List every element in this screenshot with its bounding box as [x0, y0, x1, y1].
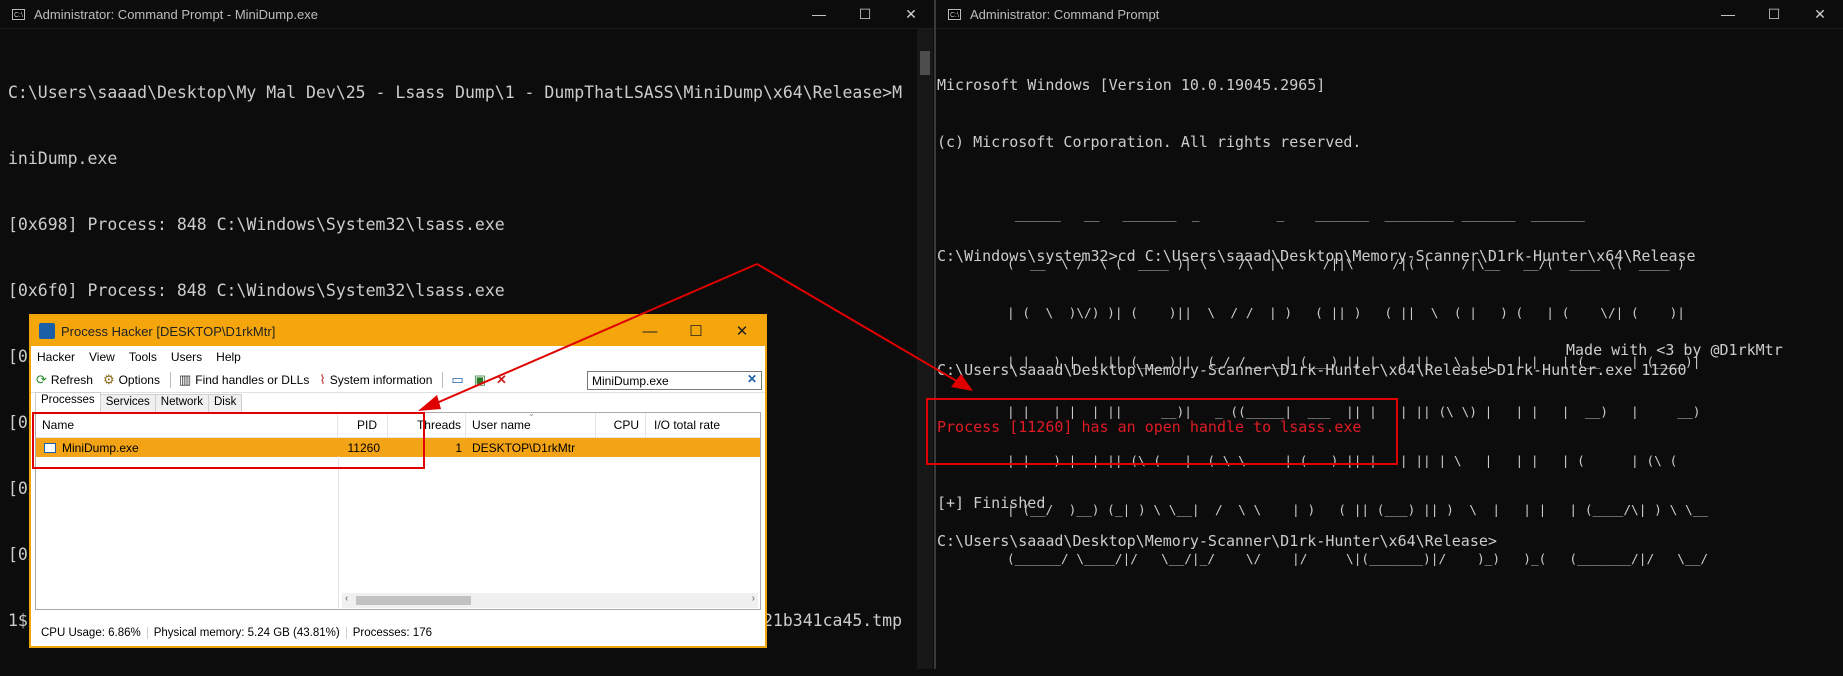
scrollbar-thumb[interactable]: [356, 596, 471, 605]
left-titlebar[interactable]: C:\ Administrator: Command Prompt - Mini…: [0, 0, 934, 29]
tab-network[interactable]: Network: [154, 394, 209, 412]
right-window-title: Administrator: Command Prompt: [970, 6, 1160, 22]
toolbar-separator: [169, 372, 171, 388]
menu-help[interactable]: Help: [216, 350, 241, 364]
menu-tools[interactable]: Tools: [129, 350, 157, 364]
search-input[interactable]: MiniDump.exe ✕: [587, 371, 762, 390]
row-user: DESKTOP\D1rkMtr: [472, 440, 576, 455]
cmd-icon: C:\: [948, 8, 961, 20]
made-with-credit: Made with <3 by @D1rkMtr: [1566, 341, 1783, 359]
column-cpu[interactable]: CPU: [596, 413, 646, 437]
column-user[interactable]: User name ⌄: [466, 413, 596, 437]
console-line: C:\Users\saaad\Desktop\My Mal Dev\25 - L…: [8, 83, 903, 102]
minimize-button[interactable]: —: [796, 6, 842, 22]
options-label: Options: [118, 373, 160, 387]
x-icon: ✕: [495, 372, 507, 387]
window-button[interactable]: ▭: [451, 372, 467, 388]
physical-memory-status: Physical memory: 5.24 GB (43.81%): [148, 627, 347, 639]
column-io-label: I/O total rate: [654, 418, 721, 432]
right-scrollbar[interactable]: [1826, 29, 1842, 669]
left-scrollbar[interactable]: [917, 29, 933, 669]
menu-users[interactable]: Users: [171, 350, 202, 364]
console-line: [0x6f0] Process: 848 C:\Windows\System32…: [8, 281, 505, 300]
search-value: MiniDump.exe: [592, 373, 669, 388]
right-titlebar[interactable]: C:\ Administrator: Command Prompt — ☐ ✕: [936, 0, 1843, 29]
tab-processes[interactable]: Processes: [35, 392, 101, 412]
close-button[interactable]: ✕: [719, 322, 765, 340]
column-cpu-label: CPU: [613, 418, 639, 432]
maximize-button[interactable]: ☐: [1751, 6, 1797, 23]
close-button[interactable]: ✕: [888, 6, 934, 23]
right-prompt[interactable]: C:\Users\saaad\Desktop\Memory-Scanner\D1…: [937, 532, 1497, 550]
scroll-right-icon[interactable]: ›: [752, 593, 755, 604]
maximize-button[interactable]: ☐: [673, 322, 719, 340]
process-hacker-window: Process Hacker [DESKTOP\D1rkMtr] — ☐ ✕ H…: [29, 314, 767, 648]
maximize-button[interactable]: ☐: [842, 6, 888, 23]
close-button[interactable]: ✕: [1797, 6, 1843, 23]
refresh-button[interactable]: ⟳ Refresh: [36, 372, 93, 388]
clear-search-icon[interactable]: ✕: [747, 372, 757, 386]
process-hacker-icon: [39, 323, 55, 339]
menu-bar: Hacker View Tools Users Help: [31, 346, 765, 368]
menu-view[interactable]: View: [89, 350, 115, 364]
system-information-label: System information: [329, 373, 433, 387]
column-io[interactable]: I/O total rate: [646, 413, 760, 437]
console-line: [0x698] Process: 848 C:\Windows\System32…: [8, 215, 505, 234]
terminate-button[interactable]: ✕: [496, 372, 511, 388]
gear-icon: ⚙: [102, 372, 115, 387]
window-icon: ▭: [451, 372, 464, 387]
banner-line: ( __ \ / \ ( ____ )| \ /\ |\ /||\ /|( ( …: [1007, 257, 1685, 273]
scrollbar-thumb[interactable]: [920, 51, 930, 75]
banner-line: (______/ \____/|/ \__/|_/ \/ |/ \|(_____…: [1007, 552, 1709, 568]
find-handles-button[interactable]: ▥ Find handles or DLLs: [179, 372, 309, 388]
tab-disk[interactable]: Disk: [207, 394, 243, 412]
cmd-icon: C:\: [12, 8, 25, 20]
options-button[interactable]: ⚙ Options: [103, 372, 160, 388]
system-information-button[interactable]: ⌇ System information: [319, 372, 432, 388]
processes-count-status: Processes: 176: [352, 627, 432, 639]
console-line: (c) Microsoft Corporation. All rights re…: [937, 133, 1362, 151]
minimize-button[interactable]: —: [627, 323, 673, 340]
banner-line: | ( \ )\/) )| ( )|| \ / / | ) ( || ) ( |…: [1007, 306, 1685, 322]
refresh-label: Refresh: [50, 373, 93, 387]
sort-chevron-icon: ⌄: [528, 412, 535, 418]
column-user-label: User name: [472, 418, 531, 432]
binoculars-icon: ▥: [178, 372, 192, 387]
cpu-usage-status: CPU Usage: 6.86%: [35, 627, 148, 639]
console-line: Microsoft Windows [Version 10.0.19045.29…: [937, 76, 1326, 94]
banner-line: | (__/ )__) (_| ) \ \__| / \ \ | ) ( || …: [1007, 503, 1709, 519]
annotation-box-minidump-row: [32, 412, 425, 469]
process-hacker-titlebar[interactable]: Process Hacker [DESKTOP\D1rkMtr] — ☐ ✕: [31, 316, 765, 346]
toolbar-separator: [442, 372, 444, 388]
chart-icon: ⌇: [319, 372, 326, 387]
scroll-left-icon[interactable]: ‹: [345, 593, 348, 604]
minimize-button[interactable]: —: [1705, 6, 1751, 22]
d1rk-hunter-ascii-banner: ______ __ _______ _ _ _______ _________ …: [1007, 175, 1843, 585]
finished-message: [+] Finished: [937, 494, 1046, 512]
status-bar: CPU Usage: 6.86% Physical memory: 5.24 G…: [35, 622, 438, 644]
annotation-box-handle-result: [926, 398, 1398, 465]
horizontal-scrollbar[interactable]: ‹ ›: [342, 593, 758, 608]
find-handles-label: Find handles or DLLs: [195, 373, 310, 387]
left-window-title: Administrator: Command Prompt - MiniDump…: [34, 6, 318, 22]
refresh-icon: ⟳: [36, 372, 47, 387]
column-splitter: [338, 456, 339, 608]
console-line: iniDump.exe: [8, 149, 118, 168]
find-window-button[interactable]: ▣: [474, 372, 490, 388]
banner-line: ______ __ _______ _ _ _______ _________ …: [1007, 207, 1593, 223]
process-hacker-title: Process Hacker [DESKTOP\D1rkMtr]: [61, 323, 276, 339]
tab-services[interactable]: Services: [99, 394, 156, 412]
menu-hacker[interactable]: Hacker: [37, 350, 75, 364]
tab-strip: Processes Services Network Disk: [35, 392, 243, 412]
find-window-icon: ▣: [473, 372, 486, 387]
